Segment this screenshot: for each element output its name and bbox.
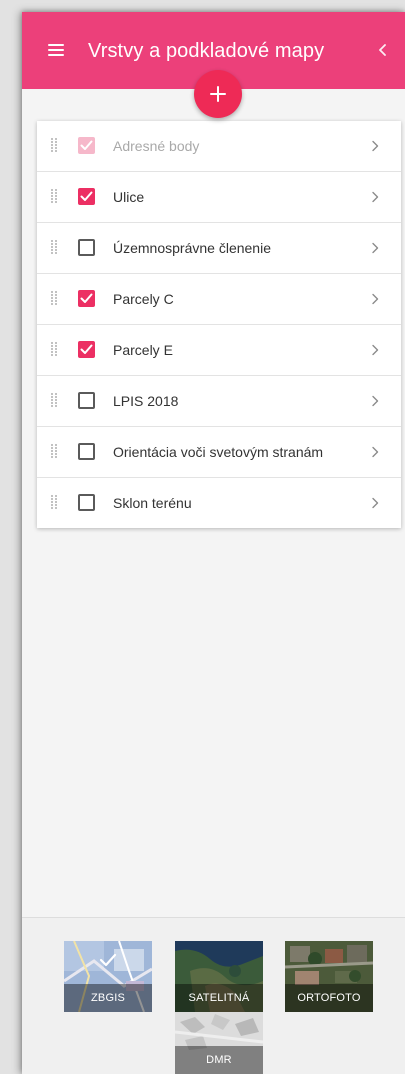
panel-title: Vrstvy a podkladové mapy [88, 40, 325, 62]
chevron-right-icon[interactable] [371, 395, 379, 407]
basemap-zbgis[interactable]: ZBGIS [64, 941, 152, 1012]
layer-checkbox [78, 137, 95, 154]
drag-handle-icon[interactable] [51, 240, 58, 254]
layer-row[interactable]: Sklon terénu [37, 478, 401, 528]
chevron-right-icon[interactable] [371, 293, 379, 305]
layer-row[interactable]: Parcely E [37, 325, 401, 376]
check-icon [80, 140, 93, 150]
chevron-right-icon[interactable] [371, 140, 379, 152]
layer-row[interactable]: Územnosprávne členenie [37, 223, 401, 274]
layer-checkbox[interactable] [78, 341, 95, 358]
chevron-left-icon[interactable] [374, 40, 392, 60]
chevron-right-icon[interactable] [371, 344, 379, 356]
layer-checkbox[interactable] [78, 443, 95, 460]
layer-label: Parcely C [113, 291, 174, 307]
layer-label: Orientácia voči svetovým stranám [113, 444, 324, 460]
add-layer-button[interactable] [194, 70, 242, 118]
layer-row[interactable]: Ulice [37, 172, 401, 223]
layer-row[interactable]: Adresné body [37, 121, 401, 172]
drag-handle-icon[interactable] [51, 342, 58, 356]
layer-checkbox[interactable] [78, 392, 95, 409]
chevron-right-icon[interactable] [371, 446, 379, 458]
layer-checkbox[interactable] [78, 290, 95, 307]
basemap-satelitna[interactable]: SATELITNÁ [175, 941, 263, 1012]
check-icon [99, 953, 117, 967]
layer-checkbox[interactable] [78, 494, 95, 511]
basemap-selector: ZBGIS SATELITNÁ ORTOFOTO DMR [22, 917, 405, 1074]
drag-handle-icon[interactable] [51, 444, 58, 458]
drag-handle-icon[interactable] [51, 291, 58, 305]
layer-label: Sklon terénu [113, 495, 192, 511]
drag-handle-icon[interactable] [51, 138, 58, 152]
basemap-label: ORTOFOTO [285, 984, 373, 1012]
check-icon [80, 191, 93, 201]
layer-row[interactable]: Orientácia voči svetovým stranám [37, 427, 401, 478]
plus-icon [210, 86, 226, 102]
drag-handle-icon[interactable] [51, 189, 58, 203]
check-icon [80, 293, 93, 303]
layer-label: LPIS 2018 [113, 393, 179, 409]
layer-row[interactable]: LPIS 2018 [37, 376, 401, 427]
layer-label: Ulice [113, 189, 145, 205]
layer-list: Adresné body Ulice Územnosprávne členenie P… [37, 121, 401, 528]
layer-row[interactable]: Parcely C [37, 274, 401, 325]
drag-handle-icon[interactable] [51, 495, 58, 509]
layer-label: Územnosprávne členenie [113, 240, 271, 256]
basemap-label: ZBGIS [64, 984, 152, 1012]
layer-checkbox[interactable] [78, 239, 95, 256]
basemap-label: DMR [175, 1046, 263, 1074]
layer-label: Parcely E [113, 342, 173, 358]
chevron-right-icon[interactable] [371, 242, 379, 254]
chevron-right-icon[interactable] [371, 191, 379, 203]
basemap-dmr[interactable]: DMR [175, 1012, 263, 1074]
hamburger-menu-icon[interactable] [48, 44, 64, 56]
layer-label: Adresné body [113, 138, 200, 154]
layers-panel: Vrstvy a podkladové mapy Adresné body Uli… [22, 12, 405, 1074]
check-icon [80, 344, 93, 354]
basemap-ortofoto[interactable]: ORTOFOTO [285, 941, 373, 1012]
chevron-right-icon[interactable] [371, 497, 379, 509]
drag-handle-icon[interactable] [51, 393, 58, 407]
layer-checkbox[interactable] [78, 188, 95, 205]
basemap-label: SATELITNÁ [175, 984, 263, 1012]
